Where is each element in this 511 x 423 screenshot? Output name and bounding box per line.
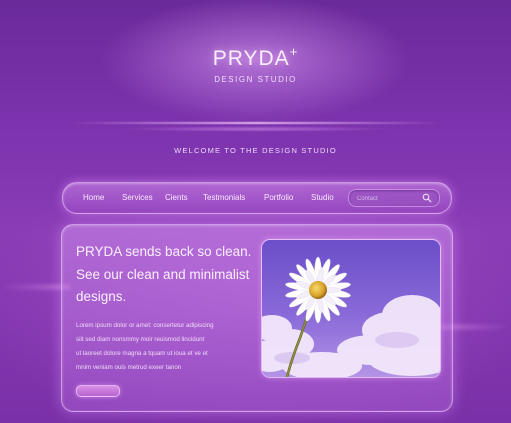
hero-body-line: ut laoreet dolore magna a tquam ut ioua … [76,350,208,357]
nav-item-home[interactable]: Home [83,193,104,202]
brand-logo[interactable]: PRYDA+ [0,44,511,71]
brand-tagline: DESIGN STUDIO [214,75,297,84]
left-light-streak [0,285,70,289]
search-box [348,189,440,207]
hero-body-line: Lorem ipsum dolor or amet: consertetur a… [76,322,214,329]
daisy-flower-illustration [262,240,440,377]
nav-item-testimonials[interactable]: Testmonials [203,193,245,202]
brand-name: PRYDA [212,47,290,70]
hero-headline-line: See our clean and minimalist [76,266,250,282]
header-divider-halo [120,126,391,132]
hero-body-text: Lorem ipsum dolor or amet: consertetur a… [76,319,256,375]
hero-headline-line: PRYDA sends back so clean. [76,244,252,259]
header-divider-glow [70,122,441,124]
hero-card: PRYDA sends back so clean. See our clean… [61,224,453,412]
read-more-button[interactable] [76,385,120,397]
brand-plus: + [289,44,299,59]
nav-item-portfolio[interactable]: Portfolio [264,193,293,202]
hero-headline: PRYDA sends back so clean. See our clean… [76,241,256,309]
hero-body-line: mnim veniam ouis metrud exeer tanon [76,364,182,371]
welcome-text: WELCOME TO THE DESIGN STUDIO [174,146,337,155]
search-input[interactable] [355,192,425,205]
daisy-flower-image [261,239,441,378]
search-icon[interactable] [422,193,432,203]
nav-item-studio[interactable]: Studio [311,193,334,202]
nav-item-clients[interactable]: Cients [165,193,188,202]
hero-headline-line: designs. [76,289,127,304]
main-nav: Home Services Cients Testmonials Portfol… [62,182,452,214]
nav-item-services[interactable]: Services [122,193,153,202]
hero-body-line: siit sed diam nonsmmy moir reuismod linc… [76,336,205,343]
